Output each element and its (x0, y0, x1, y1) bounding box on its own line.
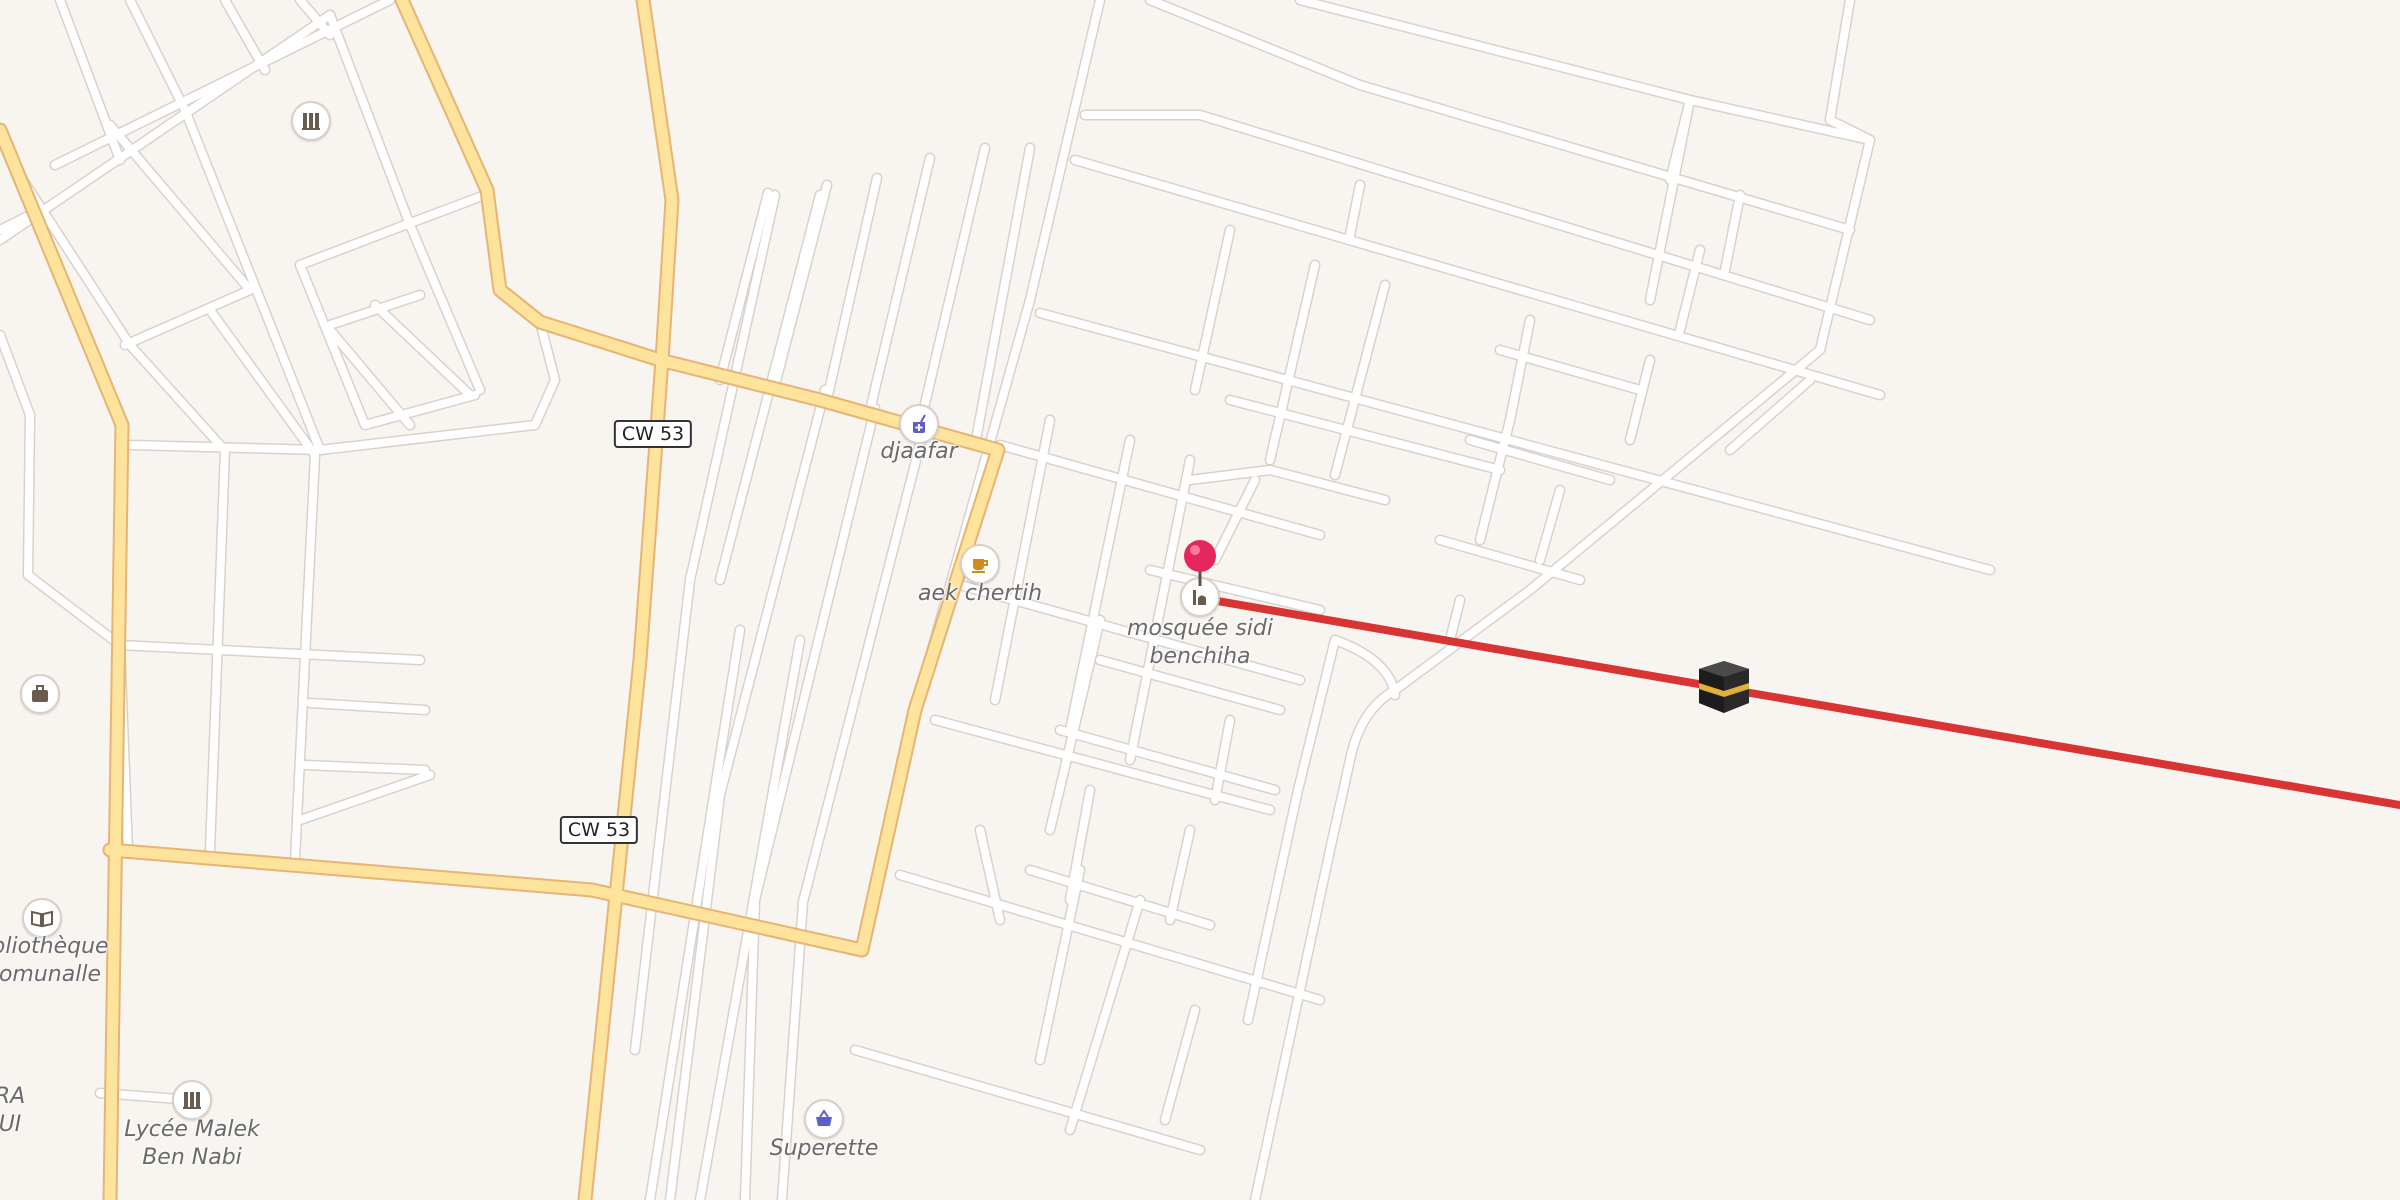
street (1126, 456, 1194, 764)
school-icon-lycee[interactable] (172, 1080, 212, 1120)
street (1251, 0, 1874, 1200)
street (1066, 436, 1134, 734)
street (371, 301, 474, 399)
street (326, 11, 414, 229)
place-label-mosque: mosquée sidi benchiha (1127, 616, 1273, 669)
street-casing (1079, 109, 1876, 326)
street (181, 106, 324, 454)
street (221, 0, 269, 74)
book-icon[interactable] (22, 898, 62, 938)
place-label-superette: Superette (769, 1136, 879, 1161)
street (1646, 96, 1694, 304)
street (1346, 181, 1364, 239)
street (301, 761, 429, 774)
street (206, 306, 319, 459)
school-icon[interactable] (291, 101, 331, 141)
street (916, 144, 989, 429)
place-label-aek-chertih: aek chertih (917, 581, 1043, 606)
street (851, 1046, 1204, 1154)
street (1161, 1006, 1199, 1124)
street-casing (739, 402, 881, 1200)
street (126, 0, 189, 114)
luggage-icon[interactable] (20, 674, 60, 714)
street (1356, 81, 1854, 234)
place-label-partial: RA UI (0, 1084, 26, 1137)
street (1266, 466, 1389, 504)
street (824, 174, 881, 399)
street (991, 416, 1054, 704)
street (296, 221, 409, 269)
street (1446, 596, 1464, 644)
street (1626, 356, 1654, 444)
place-label-lycee: Lycée Malek Ben Nabi (124, 1117, 260, 1170)
street (401, 191, 489, 229)
street (866, 154, 934, 414)
street (778, 421, 929, 1200)
basket-icon[interactable] (804, 1099, 844, 1139)
street (126, 341, 224, 449)
street-casing (1249, 0, 1876, 1200)
street (1536, 486, 1564, 564)
location-pin-icon[interactable] (1181, 538, 1219, 592)
street (1506, 316, 1534, 424)
street-casing (0, 329, 426, 666)
road-shield-cw53-top: CW 53 (613, 420, 693, 448)
street (1244, 636, 1339, 1024)
street (1266, 261, 1319, 464)
street (0, 11, 334, 244)
street (1686, 96, 1874, 144)
street (1166, 826, 1194, 924)
street (741, 404, 879, 1200)
street (0, 331, 424, 664)
street (1331, 281, 1389, 479)
street (771, 181, 831, 389)
road-shield-cw53-bottom: CW 53 (559, 816, 639, 844)
place-label-djaafar: djaafar (880, 439, 958, 464)
street (296, 771, 434, 824)
street (51, 0, 394, 169)
kaaba-icon[interactable] (1697, 659, 1751, 719)
map-view[interactable]: CW 53 CW 53 djaafar aek chertih mosquée … (0, 0, 2400, 1200)
place-label-library: bliothèque omunalle (0, 934, 109, 987)
street-casing (776, 419, 931, 1200)
coffee-icon[interactable] (960, 544, 1000, 584)
